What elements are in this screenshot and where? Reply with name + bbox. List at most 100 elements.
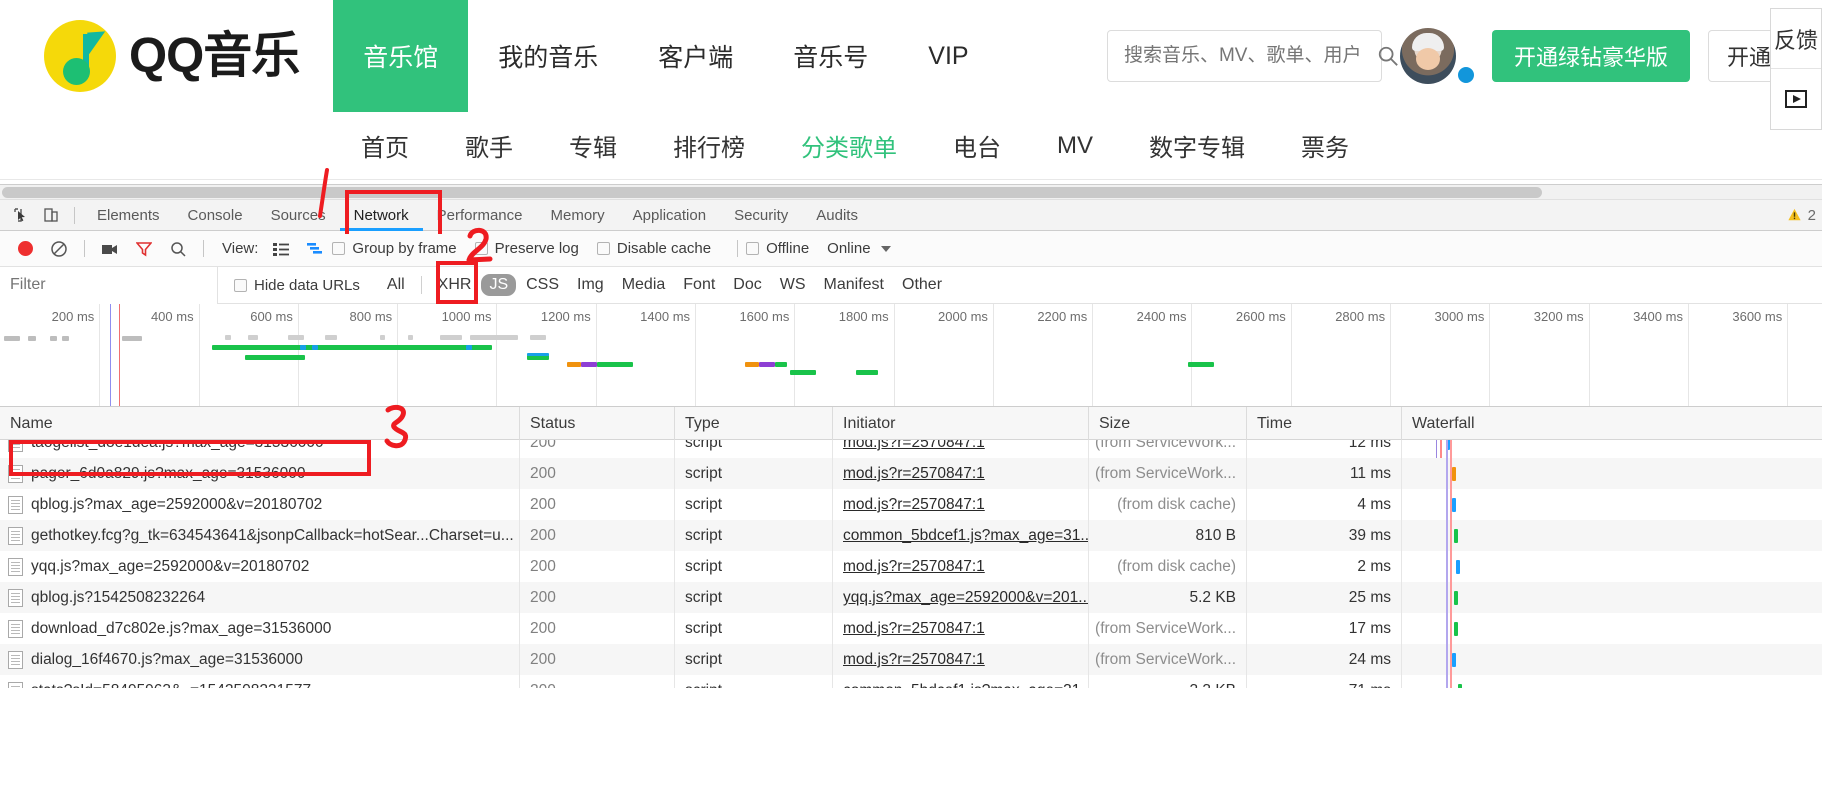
- view-list-button[interactable]: [264, 234, 298, 264]
- filter-type-img[interactable]: Img: [569, 274, 612, 296]
- tab-application[interactable]: Application: [619, 200, 720, 231]
- column-header-type[interactable]: Type: [675, 406, 833, 440]
- avatar[interactable]: [1399, 28, 1456, 84]
- initiator-link[interactable]: mod.js?r=2570847:1: [843, 651, 985, 668]
- cell-name[interactable]: qblog.js?max_age=2592000&v=20180702: [0, 489, 520, 520]
- subnav-item-album[interactable]: 专辑: [541, 128, 645, 163]
- subnav-item-category-playlist[interactable]: 分类歌单: [773, 128, 925, 163]
- column-header-size[interactable]: Size: [1089, 406, 1247, 440]
- column-header-status[interactable]: Status: [520, 406, 675, 440]
- nav-item-vip[interactable]: VIP: [898, 0, 998, 112]
- table-row[interactable]: download_d7c802e.js?max_age=31536000 200 s…: [0, 613, 1822, 644]
- filter-type-css[interactable]: CSS: [518, 274, 567, 296]
- scrollbar-thumb[interactable]: [2, 187, 1542, 198]
- column-header-waterfall[interactable]: Waterfall: [1402, 407, 1822, 440]
- column-header-initiator[interactable]: Initiator: [833, 406, 1089, 440]
- table-row[interactable]: yqq.js?max_age=2592000&v=20180702 200 scri…: [0, 551, 1822, 582]
- overview-tick: 2400 ms: [1137, 304, 1193, 406]
- cell-name[interactable]: qblog.js?1542508232264: [0, 582, 520, 613]
- tab-network[interactable]: Network: [339, 200, 423, 231]
- tab-elements[interactable]: Elements: [83, 200, 174, 231]
- cell-name[interactable]: dialog_16f4670.js?max_age=31536000: [0, 644, 520, 675]
- tab-security[interactable]: Security: [720, 200, 802, 231]
- tab-console[interactable]: Console: [174, 200, 257, 231]
- filter-type-doc[interactable]: Doc: [725, 274, 769, 296]
- table-row[interactable]: dialog_16f4670.js?max_age=31536000 200 scr…: [0, 644, 1822, 675]
- table-row[interactable]: gethotkey.fcg?g_tk=634543641&jsonpCallba…: [0, 520, 1822, 551]
- search-requests-button[interactable]: [161, 234, 195, 264]
- cell-name[interactable]: gethotkey.fcg?g_tk=634543641&jsonpCallba…: [0, 520, 520, 551]
- filter-type-xhr[interactable]: XHR: [430, 274, 480, 296]
- filter-type-other[interactable]: Other: [894, 274, 950, 296]
- table-row[interactable]: pager_6d0a829.js?max_age=31536000 200 scri…: [0, 458, 1822, 489]
- nav-item-my-music[interactable]: 我的音乐: [468, 0, 628, 112]
- subnav-item-radio[interactable]: 电台: [925, 128, 1029, 163]
- brand-logo[interactable]: QQ音乐: [0, 0, 333, 112]
- initiator-link[interactable]: common_5bdcef1.js?max_age=31...: [843, 682, 1088, 688]
- initiator-link[interactable]: mod.js?r=2570847:1: [843, 558, 985, 575]
- search-icon[interactable]: [1377, 45, 1399, 67]
- capture-screenshots-button[interactable]: [93, 234, 127, 264]
- table-row[interactable]: qblog.js?max_age=2592000&v=20180702 200 sc…: [0, 489, 1822, 520]
- table-body[interactable]: taogelist_d8e1dea.js?max_age=31536000 200…: [0, 440, 1822, 688]
- clear-button[interactable]: [42, 234, 76, 264]
- filter-type-media[interactable]: Media: [614, 274, 674, 296]
- filter-toggle-button[interactable]: [127, 234, 161, 264]
- cell-name[interactable]: stats?sId=58495963&_=1542508231577: [0, 675, 520, 688]
- cell-name[interactable]: pager_6d0a829.js?max_age=31536000: [0, 458, 520, 489]
- initiator-link[interactable]: common_5bdcef1.js?max_age=31...: [843, 527, 1088, 544]
- search-box[interactable]: [1106, 30, 1398, 82]
- table-row[interactable]: taogelist_d8e1dea.js?max_age=31536000 200…: [0, 440, 1822, 458]
- open-green-diamond-button[interactable]: 开通绿钻豪华版: [1491, 30, 1690, 82]
- hide-data-urls-checkbox[interactable]: Hide data URLs: [234, 277, 360, 294]
- tab-sources[interactable]: Sources: [257, 200, 340, 231]
- preserve-log-checkbox[interactable]: Preserve log: [474, 240, 579, 257]
- tab-memory[interactable]: Memory: [537, 200, 619, 231]
- disable-cache-checkbox[interactable]: Disable cache: [596, 240, 711, 257]
- filter-type-all[interactable]: All: [379, 274, 413, 296]
- cell-name[interactable]: yqq.js?max_age=2592000&v=20180702: [0, 551, 520, 582]
- dom-content-loaded-line: [110, 304, 111, 406]
- nav-item-client[interactable]: 客户端: [628, 0, 763, 112]
- filter-type-manifest[interactable]: Manifest: [816, 274, 892, 296]
- initiator-link[interactable]: mod.js?r=2570847:1: [843, 620, 985, 637]
- initiator-link[interactable]: yqq.js?max_age=2592000&v=201...: [843, 589, 1088, 606]
- record-button[interactable]: [8, 234, 42, 264]
- subnav-item-singer[interactable]: 歌手: [437, 128, 541, 163]
- subnav-item-chart[interactable]: 排行榜: [645, 128, 773, 163]
- table-row[interactable]: stats?sId=58495963&_=1542508231577 200scr…: [0, 675, 1822, 688]
- cell-initiator: mod.js?r=2570847:1: [833, 644, 1089, 675]
- search-input[interactable]: [1121, 44, 1371, 68]
- feedback-button[interactable]: 反馈: [1771, 9, 1821, 69]
- tab-performance[interactable]: Performance: [423, 200, 537, 231]
- view-waterfall-button[interactable]: [298, 234, 332, 264]
- column-header-name[interactable]: Name: [0, 406, 520, 440]
- offline-checkbox[interactable]: Offline: [746, 240, 809, 257]
- inspect-element-icon[interactable]: [6, 201, 36, 229]
- tab-audits[interactable]: Audits: [802, 200, 872, 231]
- initiator-link[interactable]: mod.js?r=2570847:1: [843, 496, 985, 513]
- page-horizontal-scrollbar[interactable]: [0, 185, 1822, 200]
- network-overview-timeline[interactable]: 200 ms 400 ms 600 ms 800 ms 1000 ms 1200 ms 14…: [0, 304, 1822, 407]
- nav-item-music-hall[interactable]: 音乐馆: [333, 0, 469, 112]
- subnav-item-home[interactable]: 首页: [333, 128, 437, 163]
- subnav-item-tickets[interactable]: 票务: [1273, 128, 1377, 163]
- nav-item-music-id[interactable]: 音乐号: [763, 0, 898, 112]
- chevron-down-icon[interactable]: [880, 245, 891, 252]
- cell-name[interactable]: download_d7c802e.js?max_age=31536000: [0, 613, 520, 644]
- cell-name[interactable]: taogelist_d8e1dea.js?max_age=31536000: [0, 440, 520, 458]
- subnav-item-digital-album[interactable]: 数字专辑: [1121, 128, 1273, 163]
- initiator-link[interactable]: mod.js?r=2570847:1: [843, 440, 985, 451]
- group-by-frame-checkbox[interactable]: Group by frame: [332, 240, 457, 257]
- overview-tick: 1600 ms: [739, 304, 796, 406]
- filter-input[interactable]: [0, 266, 218, 304]
- filter-type-ws[interactable]: WS: [772, 274, 814, 296]
- player-icon[interactable]: [1771, 69, 1821, 129]
- subnav-item-mv[interactable]: MV: [1029, 132, 1121, 160]
- filter-type-font[interactable]: Font: [675, 274, 723, 296]
- column-header-time[interactable]: Time: [1247, 406, 1402, 440]
- table-row[interactable]: qblog.js?1542508232264 200 script yqq.js?ma…: [0, 582, 1822, 613]
- device-toolbar-icon[interactable]: [36, 201, 66, 229]
- initiator-link[interactable]: mod.js?r=2570847:1: [843, 465, 985, 482]
- filter-type-js[interactable]: JS: [481, 274, 517, 296]
